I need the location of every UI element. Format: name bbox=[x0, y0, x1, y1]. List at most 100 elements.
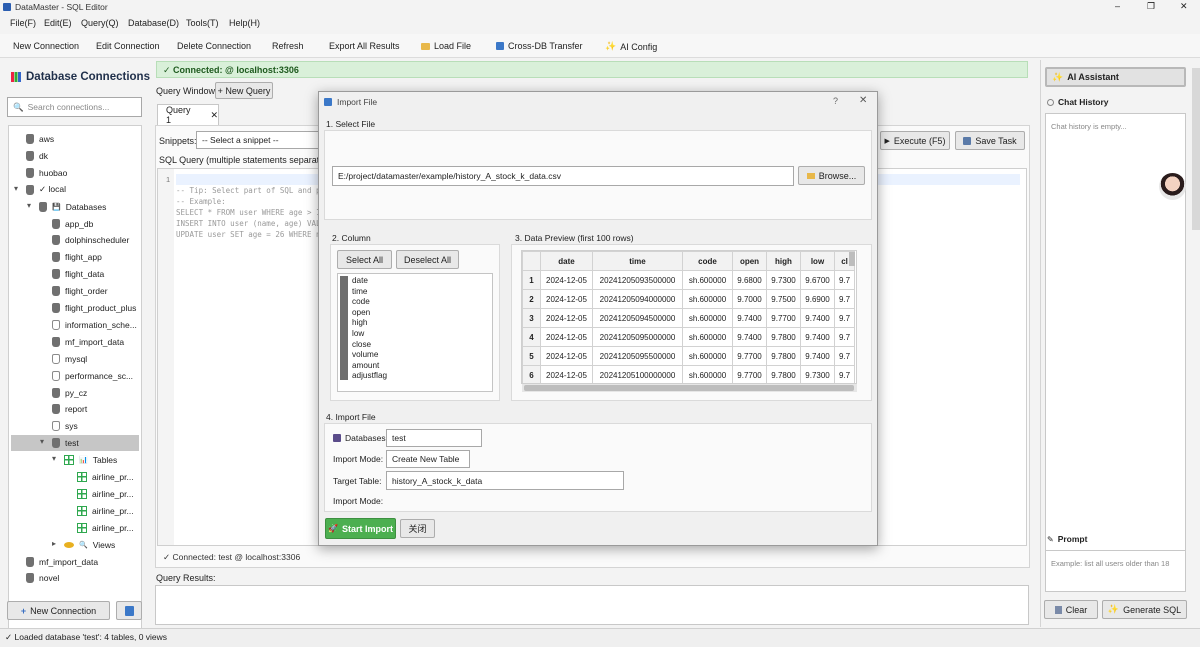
preview-column-header[interactable]: high bbox=[766, 251, 801, 271]
menu-help[interactable]: Help(H) bbox=[229, 18, 260, 28]
tree-item[interactable]: mf_import_data bbox=[26, 554, 98, 570]
save-task-button[interactable]: Save Task bbox=[955, 131, 1025, 150]
expand-arrow-icon[interactable]: ▾ bbox=[14, 184, 18, 193]
column-checkbox[interactable]: time bbox=[338, 287, 492, 298]
delete-connection-tool[interactable]: Delete Connection bbox=[177, 41, 251, 51]
browse-button[interactable]: Browse... bbox=[798, 166, 865, 185]
start-import-button[interactable]: 🚀 Start Import bbox=[325, 518, 396, 539]
new-query-button[interactable]: + New Query bbox=[215, 82, 273, 99]
tree-item[interactable]: huobao bbox=[26, 165, 67, 181]
tree-item[interactable]: mf_import_data bbox=[52, 334, 124, 350]
tree-item[interactable]: ✓ local bbox=[26, 182, 66, 198]
tree-item[interactable]: airline_pr... bbox=[77, 486, 134, 502]
tree-item[interactable]: dk bbox=[26, 148, 48, 164]
file-path-input[interactable]: E:/project/datamaster/example/history_A_… bbox=[332, 166, 794, 186]
dialog-close-icon[interactable]: ✕ bbox=[859, 95, 867, 106]
tree-item[interactable]: sys bbox=[52, 418, 78, 434]
tree-item[interactable]: aws bbox=[26, 131, 54, 147]
preview-column-header[interactable]: date bbox=[540, 251, 593, 271]
tree-item[interactable]: 💾 Databases bbox=[39, 199, 106, 215]
ai-assistant-tab[interactable]: ✨ AI Assistant bbox=[1045, 67, 1186, 87]
tree-item[interactable]: novel bbox=[26, 570, 59, 586]
import-mode-select[interactable]: Create New Table bbox=[386, 450, 470, 468]
avatar[interactable] bbox=[1159, 173, 1186, 200]
minimize-icon[interactable]: – bbox=[1115, 1, 1120, 11]
table-row[interactable]: 3 2024-12-05 20241205094500000 sh.600000 9.7… bbox=[522, 308, 856, 328]
preview-column-header[interactable]: time bbox=[592, 251, 683, 271]
new-connection-tool[interactable]: New Connection bbox=[13, 41, 79, 51]
expand-arrow-icon[interactable]: ▾ bbox=[52, 454, 56, 463]
menu-database[interactable]: Database(D) bbox=[128, 18, 179, 28]
tree-item[interactable]: flight_order bbox=[52, 283, 108, 299]
snippets-select[interactable]: -- Select a snippet -- bbox=[196, 131, 321, 149]
tree-item[interactable]: flight_data bbox=[52, 266, 104, 282]
tree-item[interactable]: airline_pr... bbox=[77, 503, 134, 519]
refresh-tool[interactable]: Refresh bbox=[272, 41, 304, 51]
new-connection-button[interactable]: + New Connection bbox=[7, 601, 110, 620]
query-tab[interactable]: Query 1 ✕ bbox=[157, 104, 219, 125]
menu-file[interactable]: File(F) bbox=[10, 18, 36, 28]
tree-item[interactable]: 📊 Tables bbox=[64, 452, 117, 468]
generate-sql-button[interactable]: ✨ Generate SQL bbox=[1102, 600, 1187, 619]
expand-arrow-icon[interactable]: ▾ bbox=[40, 437, 44, 446]
column-checkbox[interactable]: low bbox=[338, 329, 492, 340]
ai-config-tool[interactable]: ✨ AI Config bbox=[605, 41, 657, 52]
table-row[interactable]: 5 2024-12-05 20241205095500000 sh.600000 9.7… bbox=[522, 346, 856, 366]
tree-item[interactable]: flight_app bbox=[52, 249, 102, 265]
preview-hscroll-thumb[interactable] bbox=[524, 385, 854, 391]
preview-column-header[interactable]: open bbox=[732, 251, 767, 271]
preview-hscroll[interactable] bbox=[522, 384, 857, 392]
close-tab-icon[interactable]: ✕ bbox=[210, 110, 218, 121]
deselect-all-button[interactable]: Deselect All bbox=[396, 250, 459, 269]
execute-button[interactable]: ▶ Execute (F5) bbox=[880, 131, 950, 150]
connection-settings-button[interactable] bbox=[116, 601, 142, 620]
table-row[interactable]: 4 2024-12-05 20241205095000000 sh.600000 9.7… bbox=[522, 327, 856, 347]
tree-item[interactable]: flight_product_plus bbox=[52, 300, 136, 316]
prompt-input[interactable]: Example: list all users older than 18 bbox=[1045, 550, 1186, 592]
column-checkbox[interactable]: high bbox=[338, 318, 492, 329]
column-checkbox[interactable]: volume bbox=[338, 350, 492, 361]
menu-edit[interactable]: Edit(E) bbox=[44, 18, 72, 28]
search-input[interactable]: 🔍 Search connections... bbox=[7, 97, 142, 117]
tree-item[interactable]: information_sche... bbox=[52, 317, 137, 333]
load-file-tool[interactable]: Load File bbox=[421, 41, 471, 51]
side-scroll-handle[interactable] bbox=[1192, 68, 1200, 230]
table-row[interactable]: 1 2024-12-05 20241205093500000 sh.600000 9.6… bbox=[522, 270, 856, 290]
export-all-tool[interactable]: Export All Results bbox=[329, 41, 400, 51]
column-checkbox[interactable]: adjustflag bbox=[338, 371, 492, 382]
tree-item[interactable]: airline_pr... bbox=[77, 469, 134, 485]
cross-db-tool[interactable]: Cross-DB Transfer bbox=[496, 41, 583, 51]
preview-vscroll[interactable] bbox=[849, 252, 855, 266]
close-dialog-button[interactable]: 关闭 bbox=[400, 519, 435, 538]
collapse-arrow-icon[interactable]: ▸ bbox=[52, 539, 56, 548]
column-checkbox[interactable]: date bbox=[338, 276, 492, 287]
tree-item[interactable]: test bbox=[52, 435, 79, 451]
table-row[interactable]: 6 2024-12-05 20241205100000000 sh.600000 9.7… bbox=[522, 365, 856, 383]
databases-select[interactable]: test bbox=[386, 429, 482, 447]
tree-item[interactable]: report bbox=[52, 401, 87, 417]
tree-item[interactable]: py_cz bbox=[52, 385, 87, 401]
tree-item[interactable]: airline_pr... bbox=[77, 520, 134, 536]
help-icon[interactable]: ? bbox=[833, 96, 838, 106]
tree-item[interactable]: mysql bbox=[52, 351, 87, 367]
table-row[interactable]: 2 2024-12-05 20241205094000000 sh.600000 9.7… bbox=[522, 289, 856, 309]
target-table-input[interactable]: history_A_stock_k_data bbox=[386, 471, 624, 490]
column-checkbox[interactable]: open bbox=[338, 308, 492, 319]
column-checkbox[interactable]: code bbox=[338, 297, 492, 308]
tree-item[interactable]: app_db bbox=[52, 216, 93, 232]
tree-item[interactable]: performance_sc... bbox=[52, 368, 133, 384]
preview-column-header[interactable] bbox=[522, 251, 541, 271]
select-all-button[interactable]: Select All bbox=[337, 250, 392, 269]
preview-column-header[interactable]: low bbox=[800, 251, 835, 271]
clear-button[interactable]: Clear bbox=[1044, 600, 1098, 619]
edit-connection-tool[interactable]: Edit Connection bbox=[96, 41, 160, 51]
expand-arrow-icon[interactable]: ▾ bbox=[27, 201, 31, 210]
tree-item[interactable]: dolphinscheduler bbox=[52, 232, 129, 248]
preview-column-header[interactable]: code bbox=[682, 251, 733, 271]
tree-item[interactable]: 🔍 Views bbox=[64, 537, 115, 553]
column-checkbox[interactable]: close bbox=[338, 340, 492, 351]
menu-tools[interactable]: Tools(T) bbox=[186, 18, 219, 28]
menu-query[interactable]: Query(Q) bbox=[81, 18, 119, 28]
column-checkbox[interactable]: amount bbox=[338, 361, 492, 372]
close-icon[interactable]: ✕ bbox=[1180, 1, 1188, 12]
